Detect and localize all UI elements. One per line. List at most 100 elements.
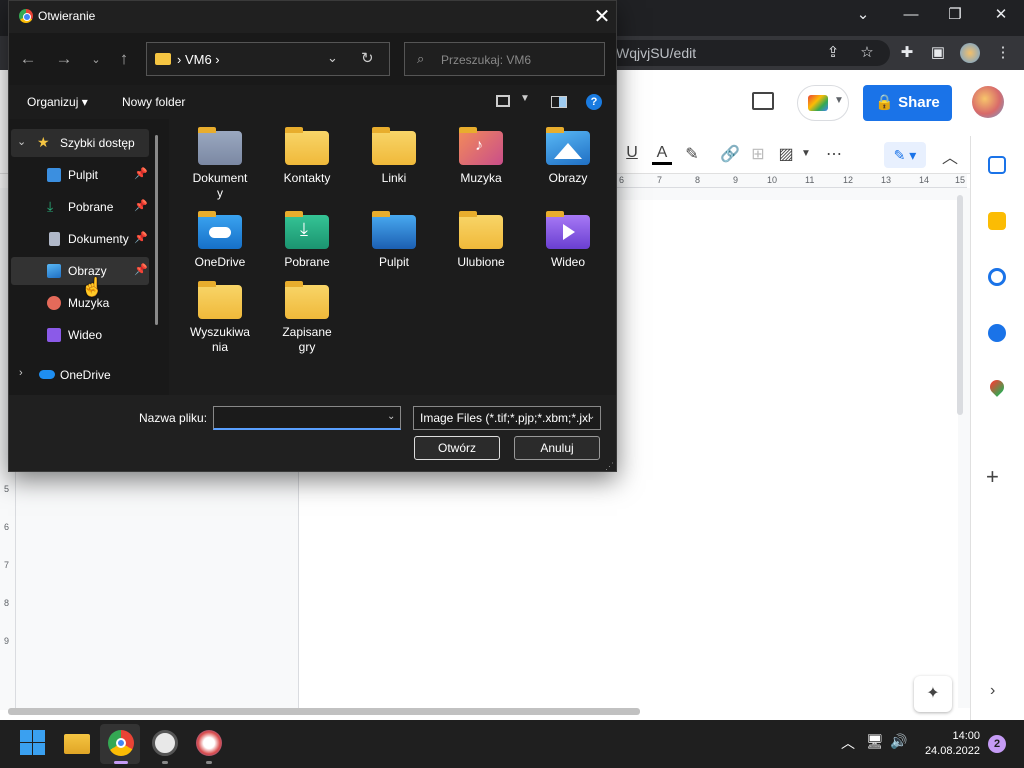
explore-button[interactable]: ✦ (914, 676, 952, 712)
organize-button[interactable]: Organizuj ▾ (27, 95, 88, 109)
chrome-icon (19, 9, 33, 23)
pin-icon: 📌 (134, 200, 148, 212)
tray-overflow-icon[interactable]: ︿ (841, 733, 855, 753)
resize-grip-icon[interactable]: ⋰ (605, 461, 614, 472)
nav-item-dokumenty[interactable]: Dokumenty 📌 (11, 225, 149, 253)
add-addon-icon[interactable]: + (986, 464, 999, 490)
nav-quick-access[interactable]: ⌄ ★ Szybki dostęp (11, 129, 149, 157)
running-indicator (206, 761, 212, 764)
up-icon[interactable]: ↑ (113, 49, 135, 69)
bookmark-star-icon[interactable]: ☆ (856, 42, 878, 64)
text-color-icon[interactable]: A (652, 144, 672, 165)
address-bar[interactable]: › VM6 › ⌄ ↻ (146, 42, 390, 76)
nav-item-obrazy[interactable]: Obrazy 📌 (11, 257, 149, 285)
tile-muzyka[interactable]: ♪ Muzyka (441, 127, 521, 186)
nav-label: Pobrane (68, 200, 114, 214)
share-button[interactable]: 🔒 Share (863, 85, 952, 121)
paint-app-icon[interactable] (196, 730, 222, 756)
expand-chevron-icon[interactable]: › (19, 367, 23, 379)
url-text: WqjvjSU/edit (616, 45, 697, 61)
minimize-icon[interactable]: — (900, 4, 922, 26)
chrome-taskbar-icon[interactable] (108, 730, 134, 756)
nav-item-pobrane[interactable]: ⤓ Pobrane 📌 (11, 193, 149, 221)
tile-dokumenty[interactable]: Dokument y (180, 127, 260, 201)
view-chevron-icon[interactable]: ▼ (520, 93, 530, 104)
address-path-segment[interactable]: VM6 (185, 52, 212, 67)
window-close-icon[interactable]: ✕ (990, 4, 1012, 26)
collapse-toolbar-icon[interactable]: ︿ (940, 144, 960, 168)
nav-item-onedrive[interactable]: › OneDrive (11, 361, 149, 389)
contacts-icon[interactable] (988, 324, 1006, 342)
tile-onedrive[interactable]: OneDrive (180, 211, 260, 270)
tile-wyszukiwania[interactable]: Wyszukiwa nia (180, 281, 260, 355)
help-icon[interactable]: ? (586, 94, 602, 110)
calendar-icon[interactable] (988, 156, 1006, 174)
new-folder-button[interactable]: Nowy folder (122, 95, 185, 109)
highlight-icon[interactable]: ✎ (682, 144, 702, 164)
extensions-icon[interactable]: ✚ (896, 42, 918, 64)
ruler-tick: 15 (955, 175, 966, 185)
forward-icon[interactable]: → (53, 49, 75, 69)
recent-chevron-icon[interactable]: ⌄ (85, 53, 107, 66)
expand-panel-icon[interactable]: › (990, 682, 995, 700)
view-icon[interactable] (496, 95, 510, 107)
open-button[interactable]: Otwórz (414, 436, 500, 460)
cancel-button[interactable]: Anuluj (514, 436, 600, 460)
tasks-icon[interactable] (988, 268, 1006, 286)
tile-ulubione[interactable]: Ulubione (441, 211, 521, 270)
nav-item-pulpit[interactable]: Pulpit 📌 (11, 161, 149, 189)
filename-dropdown-icon[interactable]: ⌄ (387, 411, 395, 422)
network-icon[interactable]: 🖥 (866, 733, 884, 750)
clock-date: 24.08.2022 (924, 745, 980, 757)
restore-icon[interactable]: ❐ (944, 4, 966, 26)
notification-badge[interactable]: 2 (988, 735, 1006, 753)
file-type-select[interactable]: Image Files (*.tif;*.pjp;*.xbm;*.jxl (413, 406, 601, 430)
tile-pobrane[interactable]: ⤓ Pobrane (267, 211, 347, 270)
ruler-tick: 7 (4, 560, 10, 570)
nav-scrollbar[interactable] (155, 135, 158, 325)
back-icon[interactable]: ← (17, 49, 39, 69)
tile-kontakty[interactable]: Kontakty (267, 127, 347, 186)
file-type-chevron-icon[interactable]: ⌄ (587, 411, 595, 422)
horizontal-scrollbar[interactable] (8, 708, 640, 715)
underline-icon[interactable]: U (622, 144, 642, 162)
clock-app-icon[interactable] (152, 730, 178, 756)
tab-search-icon[interactable]: ⌄ (852, 4, 874, 26)
tile-wideo[interactable]: Wideo (528, 211, 608, 270)
tile-linki[interactable]: Linki (354, 127, 434, 186)
avatar[interactable] (972, 86, 1004, 118)
document-scrollbar[interactable] (957, 195, 963, 415)
keep-icon[interactable] (988, 212, 1006, 230)
refresh-icon[interactable]: ↻ (361, 49, 374, 67)
close-icon[interactable]: ✕ (589, 4, 615, 30)
nav-item-muzyka[interactable]: Muzyka (11, 289, 149, 317)
nav-label: OneDrive (60, 368, 111, 382)
address-dropdown-icon[interactable]: ⌄ (327, 50, 338, 66)
profile-avatar[interactable] (960, 43, 980, 63)
tile-pulpit[interactable]: Pulpit (354, 211, 434, 270)
comments-icon[interactable] (752, 92, 774, 110)
search-box[interactable]: ⌕ Przeszukaj: VM6 (404, 42, 605, 76)
volume-icon[interactable]: 🔊 (890, 733, 907, 750)
link-icon[interactable]: 🔗 (720, 144, 740, 164)
side-panel-icon[interactable]: ▣ (927, 42, 949, 64)
image-chevron-icon[interactable]: ▼ (796, 148, 816, 159)
start-icon[interactable] (20, 730, 46, 756)
meet-button[interactable]: ▼ (797, 85, 849, 121)
add-comment-icon[interactable]: ⊞ (748, 144, 768, 164)
insert-image-icon[interactable]: ▨ (776, 144, 796, 164)
share-page-icon[interactable]: ⇪ (822, 42, 844, 64)
expand-chevron-icon[interactable]: ⌄ (17, 135, 26, 148)
pin-icon: 📌 (134, 168, 148, 180)
nav-item-wideo[interactable]: Wideo (11, 321, 149, 349)
tile-zapisane-gry[interactable]: Zapisane gry (267, 281, 347, 355)
clock[interactable]: 14:00 24.08.2022 (918, 729, 980, 759)
file-explorer-icon[interactable] (64, 734, 90, 754)
chrome-menu-icon[interactable]: ⋮ (992, 42, 1014, 64)
preview-pane-icon[interactable] (551, 96, 567, 108)
star-icon: ★ (37, 134, 50, 150)
more-icon[interactable]: ⋯ (824, 144, 844, 164)
tile-obrazy[interactable]: Obrazy (528, 127, 608, 186)
filename-input[interactable] (213, 406, 401, 430)
editing-mode-button[interactable]: ✎ ▾ (884, 142, 926, 168)
